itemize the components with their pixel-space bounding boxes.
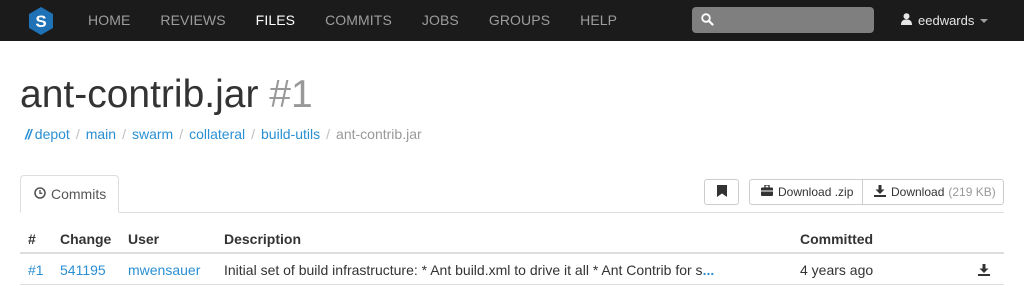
breadcrumb-separator: / — [75, 126, 80, 142]
tab-divider — [20, 212, 1004, 213]
change-link[interactable]: 541195 — [60, 262, 106, 278]
nav-help[interactable]: HELP — [565, 0, 632, 41]
nav-files[interactable]: FILES — [241, 0, 310, 41]
column-header-description: Description — [224, 231, 302, 247]
file-name: ant-contrib.jar — [20, 73, 259, 116]
breadcrumb-item-depot[interactable]: depot — [35, 126, 70, 142]
user-link[interactable]: mwensauer — [128, 262, 200, 278]
column-header-change: Change — [60, 231, 112, 247]
main-nav: HOME REVIEWS FILES COMMITS JOBS GROUPS H… — [73, 0, 632, 41]
breadcrumb-separator: / — [251, 126, 256, 142]
tab-commits[interactable]: Commits — [20, 175, 119, 213]
column-header-committed: Committed — [800, 231, 874, 247]
download-zip-button[interactable]: Download .zip — [749, 179, 863, 205]
description-more-link[interactable]: ... — [703, 262, 715, 278]
breadcrumb-root[interactable]: // — [25, 126, 32, 142]
breadcrumb-item-collateral[interactable]: collateral — [189, 126, 245, 142]
download-label: Download — [891, 185, 945, 199]
bookmark-button[interactable] — [704, 179, 739, 205]
download-icon — [874, 184, 886, 200]
commit-description-text: Initial set of build infrastructure: * A… — [224, 262, 703, 278]
clock-icon — [34, 186, 46, 202]
search-box[interactable] — [692, 7, 874, 33]
user-name: eedwards — [918, 13, 975, 28]
chevron-down-icon — [980, 18, 989, 23]
committed-time: 4 years ago — [800, 262, 874, 278]
commit-description: Initial set of build infrastructure: * A… — [224, 262, 714, 278]
nav-home[interactable]: HOME — [73, 0, 145, 41]
column-header-rev: # — [28, 231, 36, 247]
tab-commits-label: Commits — [51, 186, 107, 202]
breadcrumb-item-main[interactable]: main — [86, 126, 116, 142]
nav-groups[interactable]: GROUPS — [474, 0, 565, 41]
revision-link[interactable]: #1 — [28, 262, 44, 278]
breadcrumb-item-swarm[interactable]: swarm — [132, 126, 173, 142]
briefcase-icon — [761, 184, 773, 199]
search-icon — [701, 13, 714, 29]
nav-jobs[interactable]: JOBS — [407, 0, 474, 41]
breadcrumb-current: ant-contrib.jar — [336, 126, 422, 142]
breadcrumb-separator: / — [326, 126, 331, 142]
swarm-logo-icon[interactable]: S — [29, 6, 53, 35]
download-size: (219 KB) — [948, 185, 996, 199]
svg-text:S: S — [35, 12, 46, 31]
download-zip-label: Download .zip — [778, 185, 854, 199]
search-input[interactable] — [718, 7, 868, 33]
table-row: #1 541195 mwensauer Initial set of build… — [20, 254, 1004, 285]
user-menu[interactable]: eedwards — [901, 0, 989, 41]
nav-commits[interactable]: COMMITS — [310, 0, 407, 41]
bookmark-icon — [716, 184, 727, 200]
breadcrumb: // depot / main / swarm / collateral / b… — [25, 126, 422, 142]
download-icon[interactable] — [978, 263, 990, 279]
page-title: ant-contrib.jar #1 — [20, 72, 313, 118]
revision-number: #1 — [269, 73, 313, 116]
user-icon — [901, 13, 912, 28]
top-navbar: S HOME REVIEWS FILES COMMITS JOBS GROUPS… — [0, 0, 1024, 41]
breadcrumb-separator: / — [179, 126, 184, 142]
download-button[interactable]: Download (219 KB) — [862, 179, 1004, 205]
nav-reviews[interactable]: REVIEWS — [145, 0, 240, 41]
column-header-user: User — [128, 231, 160, 247]
breadcrumb-separator: / — [122, 126, 126, 142]
commits-table-header: # Change User Description Committed — [20, 226, 1004, 254]
breadcrumb-item-build-utils[interactable]: build-utils — [261, 126, 320, 142]
